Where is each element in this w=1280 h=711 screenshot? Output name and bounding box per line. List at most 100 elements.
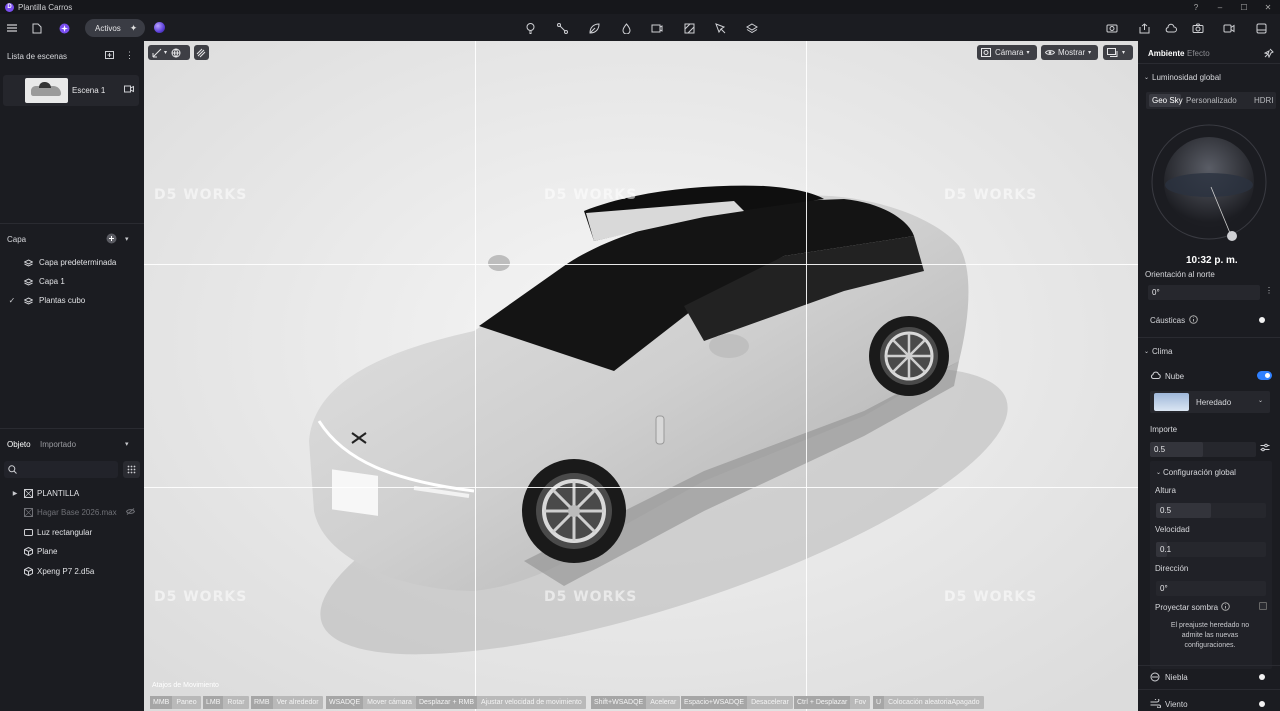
camera-dropdown[interactable]: Cámara ▾ (977, 45, 1037, 60)
speed-slider[interactable]: 0.1 (1156, 542, 1266, 557)
watermark: D5 WORKS (544, 589, 638, 605)
object-name: Plane (37, 547, 58, 556)
camera-label: Cámara (995, 48, 1024, 57)
right-panel: Ambiente Efecto ⌄ Luminosidad global Geo… (1138, 41, 1280, 711)
object-row[interactable]: Luz rectangular (0, 523, 144, 542)
object-row[interactable]: ▶ PLANTILLA (0, 484, 144, 503)
caustics-toggle[interactable] (1259, 317, 1265, 323)
more-options-icon[interactable]: ⋮ (125, 50, 134, 61)
object-name: Luz rectangular (37, 528, 93, 537)
add-layer-icon[interactable] (106, 233, 117, 244)
layer-row[interactable]: Capa predeterminada (0, 253, 144, 272)
cloud-toggle[interactable] (1257, 371, 1272, 380)
sky-dome-widget[interactable] (1150, 123, 1268, 241)
cloud-preset-dropdown[interactable]: Heredado ⌄ (1150, 391, 1270, 413)
close-button[interactable]: ✕ (1256, 0, 1280, 14)
preset-notice: El preajuste heredado no admite las nuev… (1170, 622, 1250, 649)
cast-shadow-checkbox[interactable] (1259, 602, 1267, 610)
tab-geo-sky[interactable]: Geo Sky (1152, 96, 1183, 105)
grid-line (144, 487, 1138, 488)
more-options-icon[interactable]: ⋮ (1265, 286, 1273, 295)
fog-toggle[interactable] (1259, 674, 1265, 680)
assets-button[interactable]: Activos ✦ (85, 19, 145, 37)
sliders-icon[interactable] (1260, 443, 1270, 452)
amount-slider[interactable]: 0.5 (1150, 442, 1256, 457)
menu-icon[interactable] (3, 19, 21, 37)
north-orientation-input[interactable]: 0° (1148, 285, 1260, 300)
info-icon (1221, 602, 1230, 611)
add-scene-icon[interactable] (105, 51, 114, 59)
scene-item[interactable]: Escena 1 (3, 75, 139, 106)
tab-ambiente[interactable]: Ambiente (1148, 49, 1184, 58)
3d-viewport[interactable]: D5 WORKS D5 WORKS D5 WORKS D5 WORKS D5 W… (144, 41, 1138, 711)
tab-object[interactable]: Objeto (7, 440, 31, 449)
camera-icon[interactable] (1189, 19, 1207, 37)
tab-efecto[interactable]: Efecto (1187, 49, 1210, 58)
expand-arrow-icon[interactable]: ▶ (11, 490, 19, 497)
show-dropdown[interactable]: Mostrar ▾ (1041, 45, 1098, 60)
snap-button[interactable] (194, 45, 209, 60)
scene-camera-icon[interactable] (124, 85, 134, 93)
camera-view-icon (981, 48, 991, 57)
chevron-down-icon[interactable]: ⌄ (1144, 348, 1149, 355)
watermark: D5 WORKS (154, 589, 248, 605)
layer-collapse-icon[interactable]: ▾ (125, 235, 129, 243)
layer-row[interactable]: Capa 1 (0, 272, 144, 291)
pin-icon[interactable] (1264, 48, 1274, 58)
object-row[interactable]: Xpeng P7 2.d5a (0, 562, 144, 581)
group-icon (23, 489, 34, 498)
water-drop-icon[interactable] (617, 19, 635, 37)
transform-tool-button[interactable]: ▾ (148, 45, 190, 60)
app-logo-icon: D (5, 2, 14, 12)
video-clip-icon[interactable] (648, 19, 666, 37)
leaf-icon[interactable] (585, 19, 603, 37)
video-camera-icon[interactable] (1220, 19, 1238, 37)
object-collapse-icon[interactable]: ▾ (125, 440, 129, 448)
tab-personalizado[interactable]: Personalizado (1186, 96, 1237, 105)
chevron-down-icon: ▾ (164, 50, 168, 56)
sky-mode-tabs: Geo Sky Personalizado HDRI (1146, 92, 1276, 109)
hidden-eye-icon[interactable] (126, 508, 135, 515)
chevron-down-icon[interactable]: ⌄ (1156, 469, 1161, 476)
pen-tool-icon[interactable] (711, 19, 729, 37)
path-tool-icon[interactable] (553, 19, 571, 37)
direction-input[interactable]: 0° (1156, 581, 1266, 596)
fog-icon (1150, 672, 1160, 682)
object-row[interactable]: Hagar Base 2026.max (0, 503, 144, 522)
grid-view-button[interactable] (123, 461, 140, 478)
layers-stack-icon[interactable] (743, 19, 761, 37)
view-options-icon (1107, 48, 1118, 57)
chevron-down-icon[interactable]: ⌄ (1144, 74, 1149, 81)
wind-toggle[interactable] (1259, 701, 1265, 707)
shortcut-hint: WSADQE Mover cámara (326, 696, 416, 709)
gallery-icon[interactable] (1252, 19, 1270, 37)
grid-icon (127, 465, 136, 474)
search-icon (8, 465, 17, 474)
layer-row[interactable]: ✓ Plantas cubo (0, 291, 144, 310)
object-search-input[interactable] (4, 461, 118, 478)
tab-imported[interactable]: Importado (40, 440, 76, 449)
layer-icon (22, 277, 34, 286)
tab-hdri[interactable]: HDRI (1254, 96, 1274, 105)
maximize-button[interactable]: ☐ (1232, 0, 1256, 14)
cube-icon (23, 547, 34, 556)
sparkle-icon: ✦ (129, 22, 138, 33)
light-bulb-icon[interactable] (521, 19, 539, 37)
rect-light-icon (23, 529, 34, 536)
shortcut-hint: U Colocación aleatoriaApagado (873, 696, 984, 709)
object-name: Xpeng P7 2.d5a (37, 567, 95, 576)
render-icon[interactable] (1103, 19, 1121, 37)
car-render (144, 41, 1138, 711)
cloud-upload-icon[interactable] (1162, 19, 1180, 37)
help-icon[interactable]: ? (1184, 0, 1208, 14)
minimize-button[interactable]: – (1208, 0, 1232, 14)
new-file-icon[interactable] (28, 19, 46, 37)
texture-icon[interactable] (680, 19, 698, 37)
ai-orb-icon[interactable] (154, 22, 165, 33)
object-row[interactable]: Plane (0, 542, 144, 561)
export-icon[interactable] (1135, 19, 1153, 37)
view-options-dropdown[interactable]: ▾ (1103, 45, 1133, 60)
height-label: Altura (1155, 486, 1176, 495)
ai-assistant-icon[interactable] (55, 19, 73, 37)
height-slider[interactable]: 0.5 (1156, 503, 1266, 518)
